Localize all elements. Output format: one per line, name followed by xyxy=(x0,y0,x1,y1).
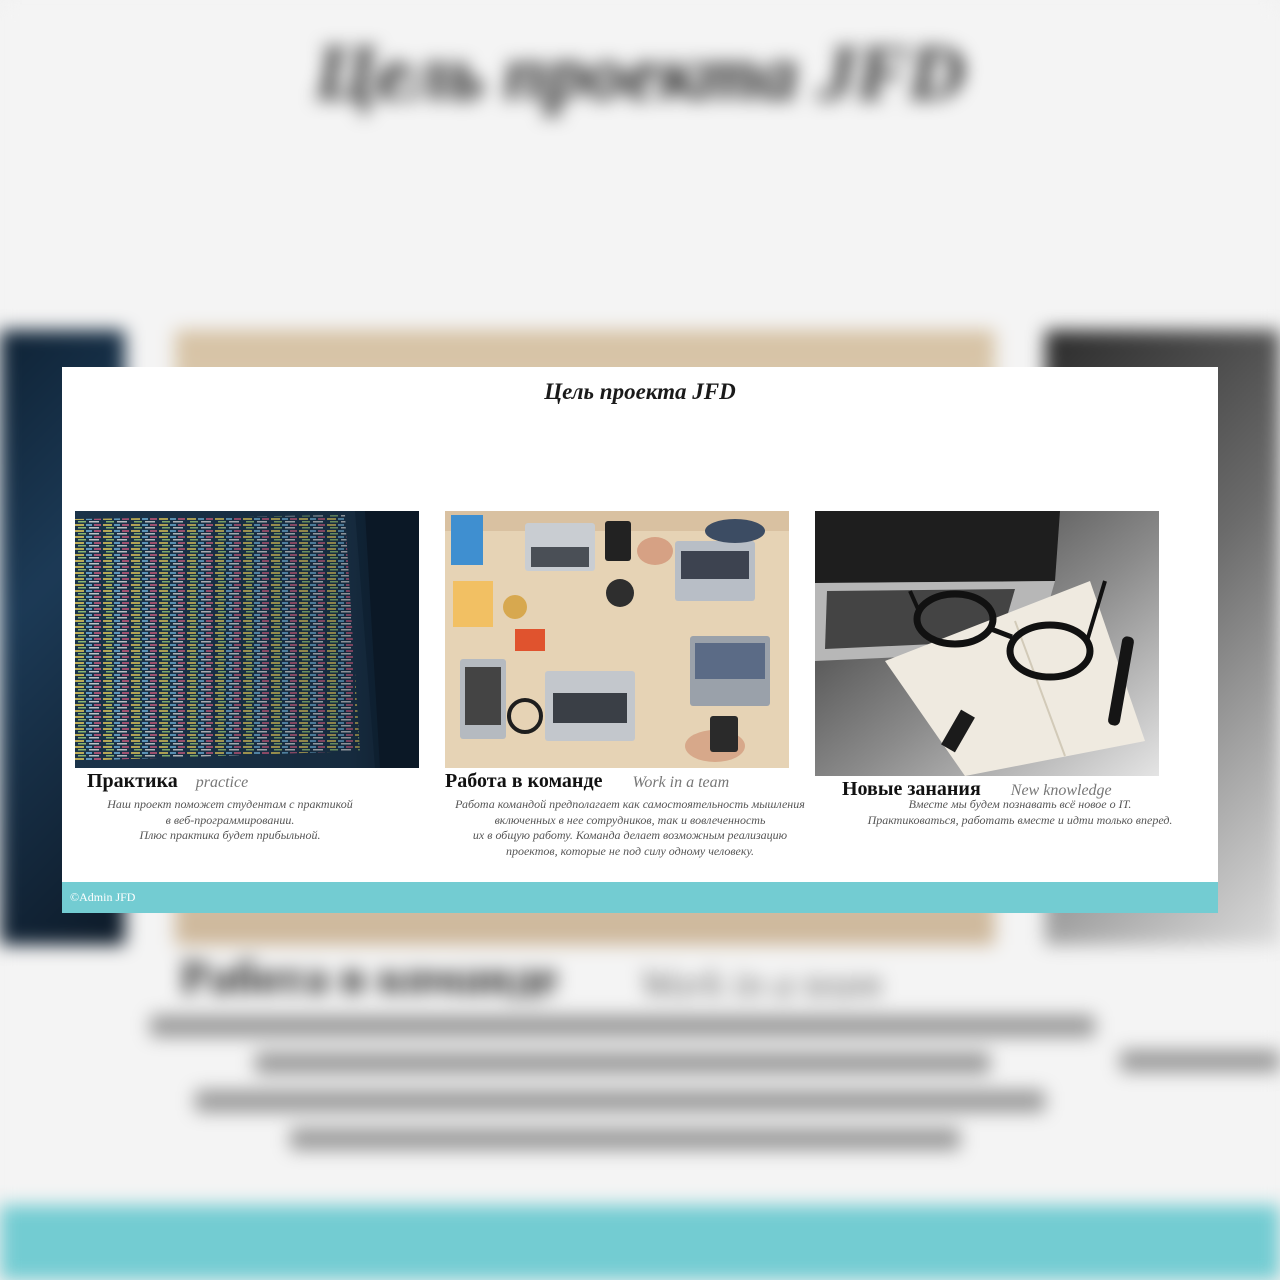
description-line: Вместе мы будем познавать всё новое о IT… xyxy=(908,797,1132,811)
description-line: их в общую работу. Команда делает возмож… xyxy=(472,828,788,842)
background-text-line xyxy=(195,1090,1045,1112)
background-subheading: Work in a team xyxy=(640,961,882,1006)
page-footer: ©Admin JFD xyxy=(62,882,1218,913)
description-line: Практиковаться, работать вместе и идти т… xyxy=(867,812,1173,827)
description-line: Работа командой предполагает как самосто… xyxy=(455,797,805,811)
laptop-glasses-image xyxy=(815,511,1159,776)
description-line: Наш проект поможет студентам с практикой xyxy=(107,797,353,811)
description-line: включенных в нее сотрудников, так и вовл… xyxy=(494,812,766,827)
card-description: Вместе мы будем познавать всё новое о IT… xyxy=(815,797,1218,828)
background-text-line xyxy=(1120,1050,1280,1072)
card-description: Наш проект поможет студентам с практикой… xyxy=(75,797,385,844)
background-footer xyxy=(0,1205,1280,1280)
page-window: Цель проекта JFD Практика practice Наш п… xyxy=(62,367,1218,913)
card-heading: Работа в команде xyxy=(445,770,603,792)
background-title: Цель проекта JFD xyxy=(315,29,965,116)
description-line: Плюс практика будет прибыльной. xyxy=(139,828,321,842)
background-text-line xyxy=(150,1015,1095,1037)
card-subheading: practice xyxy=(195,774,249,791)
card-heading: Практика xyxy=(87,770,178,792)
description-line: в веб-программировании. xyxy=(165,812,295,827)
description-line: проектов, которые не под силу одному чел… xyxy=(505,843,755,858)
background-text-line xyxy=(290,1128,960,1150)
team-desk-image xyxy=(445,511,789,768)
footer-copyright: ©Admin JFD xyxy=(70,890,136,904)
background-text-line xyxy=(255,1052,990,1074)
card-heading-row: Практика practice xyxy=(87,770,248,793)
code-monitor-image xyxy=(75,511,419,768)
background-heading: Работа в команде xyxy=(180,951,558,1004)
card-description: Работа командой предполагает как самосто… xyxy=(425,797,835,859)
card-subheading: Work in a team xyxy=(632,774,730,791)
card-heading-row: Работа в команде Work in a team xyxy=(445,770,729,793)
page-title: Цель проекта JFD xyxy=(544,379,736,404)
